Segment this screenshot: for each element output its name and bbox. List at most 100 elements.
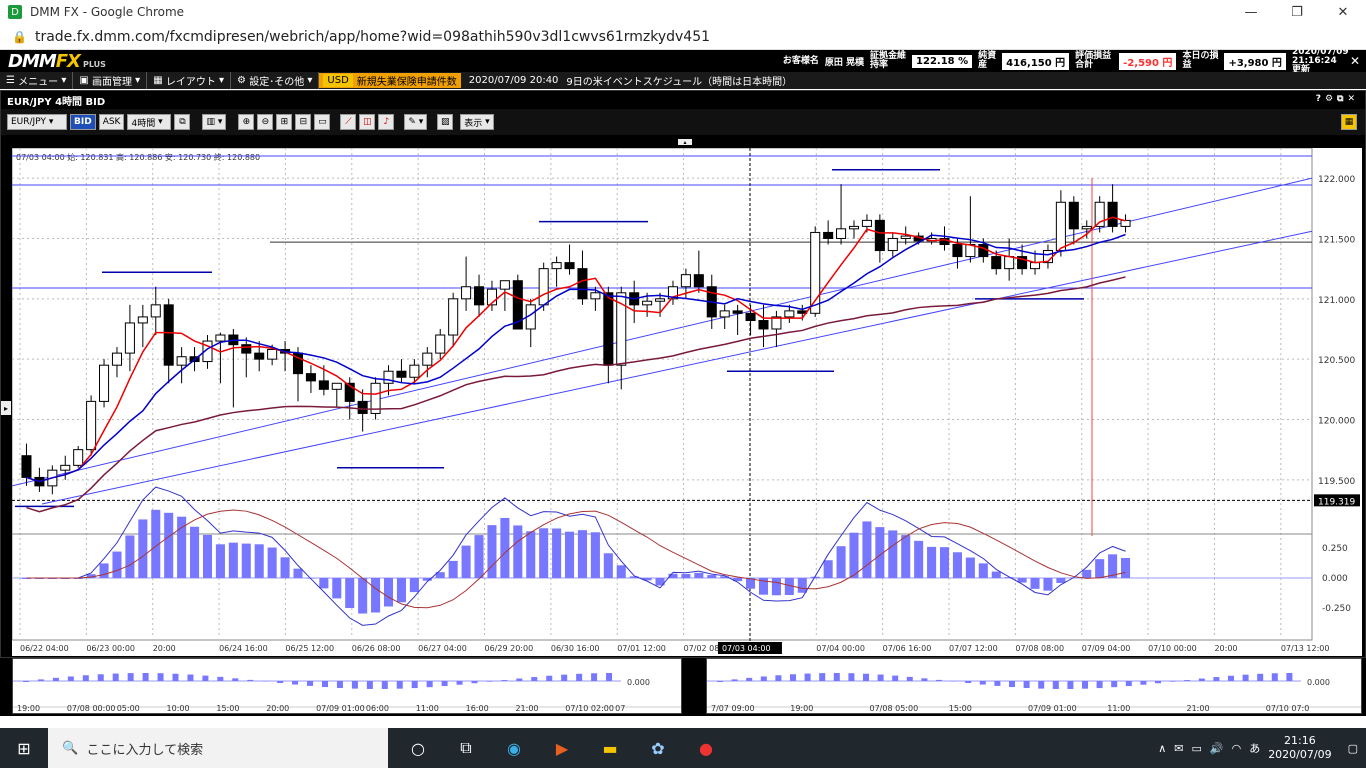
notification-app-icon[interactable]: ✉ [1174, 742, 1183, 755]
histogram-bar [848, 673, 855, 681]
candle-body [267, 348, 278, 360]
macd-bar [345, 578, 355, 608]
clock[interactable]: 21:16 2020/07/09 [1268, 734, 1331, 762]
tick-label: 15:00 [949, 704, 972, 713]
x-tick-label: 07/01 12:00 [617, 644, 666, 653]
chart-svg[interactable]: 122.000 121.500 121.000 120.500 120.000 119.5… [11, 147, 1362, 656]
histogram-bar [232, 678, 239, 681]
edge-icon[interactable]: ◉ [490, 728, 538, 768]
task-view-icon[interactable]: ⧉ [442, 728, 490, 768]
updated-time: 2020/07/09 21:16:24更新 [1291, 46, 1349, 75]
battery-icon[interactable]: ▭ [1191, 742, 1201, 755]
candle-body [461, 286, 472, 300]
y-tick-label: 119.500 [1318, 477, 1355, 487]
zoom-out-icon[interactable]: ⊖ [257, 114, 274, 130]
histogram-bar [37, 679, 44, 681]
cortana-icon[interactable]: ○ [394, 728, 442, 768]
copy-icon[interactable]: ⧉ [174, 114, 191, 130]
address-bar[interactable]: 🔒 trade.fx.dmm.com/fxcmdipresen/webrich/… [0, 24, 1366, 50]
x-tick-label: 07/08 08:00 [1015, 644, 1064, 653]
window-controls[interactable]: ?⚙⧉✕ [1316, 94, 1359, 104]
histogram-bar [202, 675, 209, 681]
candle-body [305, 373, 316, 382]
table-icon[interactable]: ⊟ [295, 114, 312, 130]
menu-button[interactable]: ☰ メニュー ▾ [0, 72, 74, 89]
macd-bar [138, 519, 148, 578]
layout-button[interactable]: ▦ レイアウト ▾ [147, 72, 232, 89]
macd-bar [1082, 569, 1092, 578]
close-pane-icon[interactable]: ✕ [1350, 54, 1360, 68]
maximize-icon[interactable]: ❐ [1274, 0, 1320, 24]
candle-body [758, 320, 769, 330]
bottom-left-chart[interactable]: 0.000 19:00 07/08 00:00 05:00 10:00 15:00 20:0… [12, 658, 682, 714]
candle-body [952, 244, 963, 258]
chevron-up-icon[interactable]: ∧ [1158, 742, 1166, 755]
wifi-icon[interactable]: ◠ [1232, 742, 1242, 755]
panel-collapse-icon[interactable]: ▴ [678, 139, 692, 146]
x-tick-label: 07/10 00:00 [1148, 644, 1197, 653]
display-menu[interactable]: 表示 ▾ [460, 114, 494, 130]
news-ticker[interactable]: USD 新規失業保険申請件数 [319, 73, 461, 88]
pen-icon[interactable]: ✎ ▾ [404, 114, 428, 130]
action-center-icon[interactable]: ▢ [1348, 742, 1358, 755]
url-text[interactable]: trade.fx.dmm.com/fxcmdipresen/webrich/ap… [35, 29, 710, 45]
close-icon[interactable]: ✕ [1320, 0, 1366, 24]
panel-toggle-icon[interactable]: ▸ [1, 401, 11, 415]
grid-icon[interactable]: ⊞ [276, 114, 293, 130]
macd-bar [1056, 578, 1066, 583]
volume-icon[interactable]: 🔊 [1210, 742, 1224, 755]
taskbar-search[interactable]: 🔍 ここに入力して検索 [48, 728, 388, 768]
candle-body [874, 219, 885, 252]
histogram-bar [1052, 681, 1059, 689]
screen-manage-button[interactable]: ▣ 画面管理 ▾ [73, 72, 148, 89]
candle-body [409, 364, 420, 378]
candle-body [680, 274, 691, 288]
paint-icon[interactable]: ✿ [634, 728, 682, 768]
chrome-icon[interactable]: ● [682, 728, 730, 768]
settings-button[interactable]: ⚙ 設定･その他 ▾ [231, 72, 320, 89]
draw-line-icon[interactable]: ⟋ [340, 114, 357, 130]
news-headline: 新規失業保険申請件数 [356, 77, 457, 88]
event-text[interactable]: 9日の米イベントスケジュール（時間は日本時間） [566, 73, 792, 88]
tick-label: 11:00 [416, 704, 439, 713]
zoom-in-icon[interactable]: ⊕ [238, 114, 255, 130]
chrome-tab-icon: D [8, 5, 22, 19]
ask-button[interactable]: ASK [98, 114, 125, 130]
macd-bar [707, 575, 717, 578]
candle-body [111, 352, 123, 366]
draw-fib-icon[interactable]: ♪ [378, 114, 395, 130]
macd-bar [280, 557, 290, 578]
pl-value: -2,590 円 [1119, 52, 1177, 70]
ime-icon[interactable]: あ [1249, 740, 1260, 756]
histogram-bar [877, 674, 884, 681]
macd-bar [1030, 578, 1040, 589]
screen-icon: ▣ [79, 75, 92, 86]
image-icon[interactable]: ▨ [437, 114, 454, 130]
histogram-bar [1023, 681, 1030, 688]
candlestick-chart[interactable]: 122.000 121.500 121.000 120.500 120.000 119.5… [11, 147, 1362, 656]
candle-body [383, 370, 394, 384]
histogram-bar [1184, 680, 1191, 681]
candle-body [538, 268, 549, 306]
media-player-icon[interactable]: ▶ [538, 728, 586, 768]
period-select[interactable]: 4時間 ▾ [127, 114, 172, 130]
bottom-panels: 0.000 19:00 07/08 00:00 05:00 10:00 15:00 20:0… [0, 658, 1366, 716]
macd-bar [539, 528, 549, 578]
expand-icon[interactable]: ▦ [1341, 114, 1357, 130]
candle-body [215, 334, 226, 342]
bid-button[interactable]: BID [70, 114, 96, 130]
chart-type-icon[interactable]: ▥ ▾ [202, 114, 227, 130]
window-icon[interactable]: ▭ [314, 114, 331, 130]
pair-select[interactable]: EUR/JPY ▾ [7, 114, 67, 130]
minimize-icon[interactable]: — [1228, 0, 1274, 24]
macd-bar [332, 578, 342, 599]
bottom-right-chart[interactable]: 0.000 7/07 09:00 19:00 07/08 05:00 15:00 07/0… [706, 658, 1362, 714]
histogram-bar [1286, 673, 1293, 681]
candle-body [745, 312, 756, 322]
windows-start-icon[interactable]: ⊞ [0, 728, 48, 768]
file-explorer-icon[interactable]: ▬ [586, 728, 634, 768]
histogram-bar [172, 673, 179, 681]
candle-body [241, 344, 252, 354]
histogram-bar [1140, 681, 1147, 685]
draw-shape-icon[interactable]: ◫ [359, 114, 376, 130]
